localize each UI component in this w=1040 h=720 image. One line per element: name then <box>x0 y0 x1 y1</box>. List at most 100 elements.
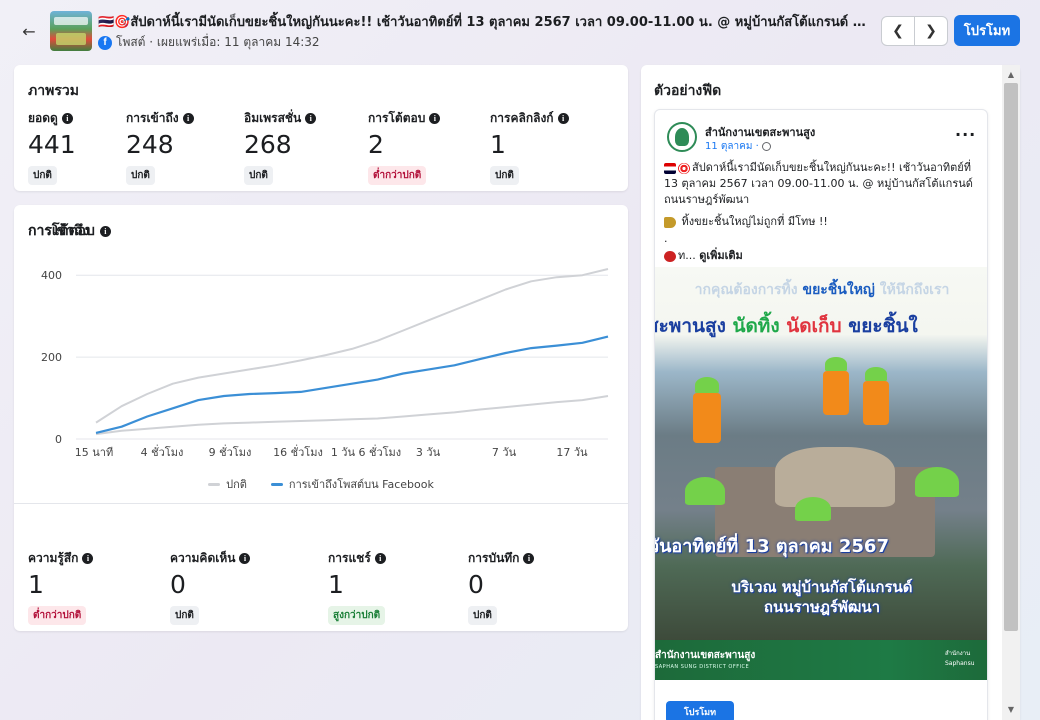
info-icon[interactable]: i <box>239 553 251 564</box>
image-text: ขยะชิ้นใหญ่ <box>802 282 875 298</box>
y-tick-label: 0 <box>55 433 62 446</box>
facebook-icon: f <box>98 35 112 50</box>
chevron-left-icon: ❮ <box>892 23 904 39</box>
x-tick-label: 16 ชั่วโมง <box>273 444 323 459</box>
metric-engagement: การโต้ตอบ i 2 ต่ำกว่าปกติ <box>368 109 441 185</box>
metric-reach: การเข้าถึง i 248 ปกติ <box>126 109 194 185</box>
y-tick-label: 200 <box>41 351 62 364</box>
megaphone-icon <box>664 216 676 228</box>
image-footer-subtitle: SAPHAN SUNG DISTRICT OFFICE <box>655 664 750 670</box>
feed-preview-title: ตัวอย่างฟีด <box>654 83 722 99</box>
chart-legend: ปกติ การเข้าถึงโพสต์บน Facebook <box>14 475 628 493</box>
metric-reactions: ความรู้สึก i 1 ต่ำกว่าปกติ <box>28 549 94 625</box>
status-badge: ต่ำกว่าปกติ <box>28 606 87 625</box>
x-tick-label: 7 วัน <box>492 446 517 459</box>
image-text: นัดทิ้ง <box>732 315 787 337</box>
page-avatar[interactable] <box>667 122 697 152</box>
metric-value: 0 <box>468 570 484 599</box>
target-icon <box>678 162 690 174</box>
engagement-title: การโต้ตอบ i <box>28 220 111 242</box>
info-icon[interactable]: i <box>374 553 386 564</box>
see-more-link[interactable]: ดูเพิ่มเติม <box>699 249 743 262</box>
metric-label: ความรู้สึก <box>28 551 79 565</box>
image-banner-line3: วันอาทิตย์ที่ 13 ตุลาคม 2567 <box>655 536 889 557</box>
image-text: ถนนราษฎร์พัฒนา <box>763 598 881 616</box>
image-banner-line1: ากคุณต้องการทิ้ง ขยะชิ้นใหญ่ ให้นึกถึงเร… <box>655 279 987 301</box>
reach-card: การเข้าถึง 0 200 400 15 นาที 4 ชั่วโมง 9 ชั่ว… <box>14 205 628 631</box>
status-badge: ปกติ <box>170 606 199 625</box>
scroll-down-arrow-icon[interactable]: ▼ <box>1002 702 1020 716</box>
info-icon[interactable]: i <box>523 553 535 564</box>
status-badge: ปกติ <box>490 166 519 185</box>
image-text: ให้นึกถึงเรา <box>874 282 950 298</box>
normal-range-line-upper <box>95 268 609 424</box>
metric-value: 1 <box>490 130 506 159</box>
legend-label: การเข้าถึงโพสต์บน Facebook <box>288 478 434 491</box>
scroll-thumb[interactable] <box>1004 83 1018 631</box>
image-banner-line2: สะพานสูง นัดทิ้ง นัดเก็บ ขยะชิ้นใ <box>655 311 987 341</box>
info-icon[interactable]: i <box>99 225 111 237</box>
x-tick-label: 17 วัน <box>556 446 588 459</box>
promote-button[interactable]: โปรโมท <box>954 15 1020 46</box>
feed-preview-card: ตัวอย่างฟีด สำนักงานเขตสะพานสูง 11 ตุลาค… <box>641 65 1020 720</box>
overview-title: ภาพรวม <box>28 83 79 99</box>
post-date[interactable]: 11 ตุลาคม · <box>705 139 771 154</box>
back-arrow-icon[interactable]: ← <box>18 20 40 42</box>
legend-label: ปกติ <box>226 478 247 491</box>
feed-scrollbar[interactable]: ▲ ▼ <box>1002 65 1020 720</box>
thai-flag-icon <box>664 162 676 174</box>
x-tick-label: 1 วัน 6 ชั่วโมง <box>331 444 401 459</box>
metric-label: อิมเพรสชั่น <box>244 111 302 125</box>
facebook-post-preview: สำนักงานเขตสะพานสูง 11 ตุลาคม · ··· สัปด… <box>654 109 988 720</box>
metric-value: 1 <box>28 570 44 599</box>
metric-views: ยอดดู i 441 ปกติ <box>28 109 76 185</box>
info-icon[interactable]: i <box>82 553 94 564</box>
y-tick-label: 400 <box>41 269 62 282</box>
post-text-line: . <box>664 232 668 245</box>
metric-label: ความคิดเห็น <box>170 551 236 565</box>
more-options-icon[interactable]: ··· <box>955 125 976 144</box>
divider <box>14 503 628 504</box>
image-footer-social: สำนักงาน <box>945 650 971 657</box>
info-icon[interactable]: i <box>305 113 317 124</box>
overview-card: ภาพรวม ยอดดู i 441 ปกติ การเข้าถึง i 248 ป… <box>14 65 628 191</box>
metric-label: การเข้าถึง <box>126 111 179 125</box>
post-promote-button[interactable]: โปรโมท <box>666 701 734 720</box>
status-badge: ปกติ <box>28 166 57 185</box>
red-circle-icon <box>664 250 676 262</box>
post-body: สัปดาห์นี้เรามีนัดเก็บขยะชิ้นใหญ่กันนะคะ… <box>664 160 984 265</box>
image-banner-line4: บริเวณ หมู่บ้านกัสโต้แกรนด์ถนนราษฎร์พัฒน… <box>655 577 987 617</box>
globe-icon <box>761 142 771 151</box>
image-text: บริเวณ หมู่บ้านกัสโต้แกรนด์ <box>731 578 913 596</box>
scroll-up-arrow-icon[interactable]: ▲ <box>1002 67 1020 81</box>
workers-illustration <box>675 357 975 557</box>
post-image[interactable]: ากคุณต้องการทิ้ง ขยะชิ้นใหญ่ ให้นึกถึงเร… <box>655 267 987 641</box>
engagement-title-text: การโต้ตอบ <box>28 223 95 239</box>
x-tick-label: 9 ชั่วโมง <box>209 444 252 459</box>
post-header: ← 🇹🇭🎯สัปดาห์นี้เรามีนัดเก็บขยะชิ้นใหญ่กั… <box>0 0 1040 62</box>
metric-shares: การแชร์ i 1 สูงกว่าปกติ <box>328 549 386 625</box>
post-thumbnail <box>50 11 92 51</box>
post-text-line: สัปดาห์นี้เรามีนัดเก็บขยะชิ้นใหญ่กันนะคะ… <box>664 161 973 206</box>
metric-saves: การบันทึก i 0 ปกติ <box>468 549 535 625</box>
previous-post-button[interactable]: ❮ <box>881 16 915 46</box>
status-badge: สูงกว่าปกติ <box>328 606 386 625</box>
x-tick-label: 15 นาที <box>75 446 113 459</box>
image-footer: สำนักงานเขตสะพานสูง SAPHAN SUNG DISTRICT… <box>655 640 987 680</box>
metric-value: 268 <box>244 130 292 159</box>
reach-chart: 0 200 400 15 นาที 4 ชั่วโมง 9 ชั่วโมง 16 ชั่วโ… <box>41 268 609 459</box>
next-post-button[interactable]: ❯ <box>914 16 948 46</box>
post-meta: f โพสต์ · เผยแพร่เมื่อ: 11 ตุลาคม 14:32 <box>98 33 320 52</box>
info-icon[interactable]: i <box>557 113 569 124</box>
info-icon[interactable]: i <box>182 113 194 124</box>
post-text-line: ทิ้งขยะชิ้นใหญ่ไม่ถูกที่ มีโทษ !! <box>681 215 828 228</box>
legend-item-normal[interactable]: ปกติ <box>208 475 247 493</box>
legend-item-reach[interactable]: การเข้าถึงโพสต์บน Facebook <box>270 475 434 493</box>
metric-comments: ความคิดเห็น i 0 ปกติ <box>170 549 251 625</box>
status-badge: ปกติ <box>468 606 497 625</box>
info-icon[interactable]: i <box>61 113 73 124</box>
info-icon[interactable]: i <box>429 113 441 124</box>
metric-link-clicks: การคลิกลิงก์ i 1 ปกติ <box>490 109 569 185</box>
metric-label: การคลิกลิงก์ <box>490 111 554 125</box>
metric-label: การแชร์ <box>328 551 371 565</box>
